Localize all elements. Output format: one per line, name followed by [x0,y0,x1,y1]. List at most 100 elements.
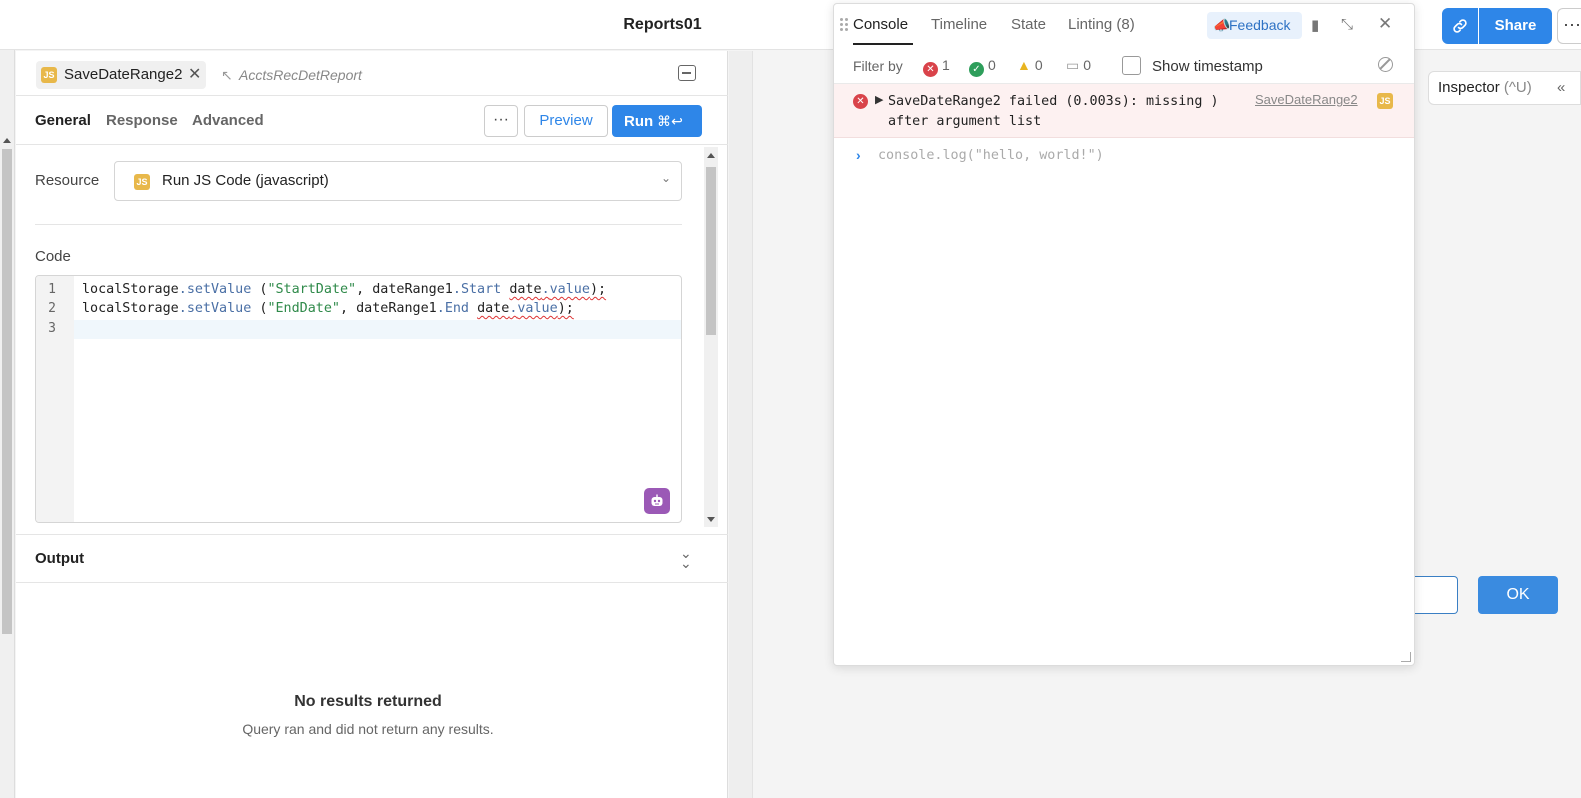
undock-icon[interactable]: ⤡ [1341,16,1353,33]
warning-icon: ▲ [1017,57,1031,73]
message-count: 0 [1083,57,1092,73]
output-header[interactable]: Output ⌄ ⌄ [16,534,728,583]
expand-triangle-icon[interactable]: ▶ [875,93,883,106]
preview-button[interactable]: Preview [524,105,608,137]
divider [35,224,682,225]
filter-messages[interactable]: ▭ 0 [1066,57,1091,74]
console-input[interactable]: console.log("hello, world!") [878,148,1104,163]
success-count: 0 [988,57,996,73]
code-token: setValue [186,301,252,316]
error-icon: ✕ [923,62,938,77]
warning-count: 0 [1034,57,1043,73]
code-token: localStorage [82,282,179,297]
copy-link-button[interactable] [1442,8,1478,44]
more-menu-button[interactable]: ··· [1557,8,1581,44]
tab-state[interactable]: State [1011,16,1046,33]
query-more-button[interactable]: ··· [484,105,518,137]
feedback-button[interactable]: 📣 Feedback [1207,12,1302,39]
code-token: End [444,301,469,316]
code-token: value [549,282,590,297]
drag-handle-icon[interactable] [840,18,848,32]
code-token: "StartDate" [267,282,357,297]
scroll-down-arrow-icon[interactable] [707,517,715,522]
code-token: ); [589,282,607,297]
linked-query-name: AcctsRecDetReport [239,67,362,83]
filter-label: Filter by [853,58,903,74]
megaphone-icon: 📣 [1213,17,1231,33]
run-label: Run [624,113,654,130]
close-icon[interactable]: ✕ [188,61,201,89]
minimize-panel-icon[interactable] [678,65,696,81]
line-number: 1 [48,282,56,297]
tab-general[interactable]: General [35,112,91,129]
code-token: . [436,301,445,316]
tab-response[interactable]: Response [106,112,178,129]
query-tab-name: SaveDateRange2 [64,66,183,83]
message-icon: ▭ [1066,57,1080,73]
ai-assist-button[interactable] [644,488,670,514]
chevron-down-icon: ⌄ [660,171,671,185]
scroll-thumb[interactable] [2,149,12,634]
share-button[interactable]: Share [1479,8,1552,44]
code-token: date [509,282,542,297]
inspector-toggle[interactable]: Inspector (^U) « [1428,71,1581,105]
tab-console[interactable]: Console [853,16,908,33]
scroll-up-arrow-icon[interactable] [3,138,11,143]
close-icon[interactable]: ✕ [1378,14,1392,34]
clear-console-icon[interactable] [1378,57,1393,72]
error-source-link[interactable]: SaveDateRange2 [1255,92,1358,107]
resize-handle-icon[interactable] [1401,652,1411,662]
empty-state-title: No results returned [294,693,442,710]
line-number-gutter: 1 2 3 [36,276,74,522]
left-scrollbar[interactable] [0,50,15,798]
docs-book-icon[interactable]: ▮ [1311,16,1319,34]
js-badge-icon: JS [41,67,57,83]
editor-scrollbar[interactable] [704,147,718,527]
tab-linting[interactable]: Linting (8) [1068,16,1135,33]
show-timestamp-checkbox[interactable] [1122,56,1141,75]
run-shortcut: ⌘↩ [657,113,683,129]
run-button[interactable]: Run ⌘↩ [612,105,702,137]
code-line-2[interactable]: localStorage.setValue ("EndDate", dateRa… [82,301,574,316]
code-token: . [541,282,550,297]
code-token: , dateRange1 [340,301,437,316]
double-chevron-left-icon[interactable]: « [1557,72,1565,104]
canvas-gutter [729,51,753,798]
error-count: 1 [942,57,950,73]
code-token: . [178,282,187,297]
filter-warnings[interactable]: ▲ 0 [1017,57,1043,73]
code-line-1[interactable]: localStorage.setValue ("StartDate", date… [82,282,606,297]
double-chevron-down-icon[interactable]: ⌄ ⌄ [680,546,692,570]
code-token: ( [251,282,268,297]
js-badge-icon: JS [134,174,150,190]
inspector-label: Inspector [1438,79,1500,96]
code-token: ( [251,301,268,316]
error-message: SaveDateRange2 failed (0.003s): missing … [888,94,1219,129]
code-token: value [517,301,558,316]
robot-icon [651,494,663,506]
hook-link-icon: ↖ [221,67,233,83]
scroll-up-arrow-icon[interactable] [707,153,715,158]
error-icon: ✕ [853,94,868,109]
line-number: 3 [48,321,56,336]
query-editor-panel: JS SaveDateRange2 ✕ ↖ AcctsRecDetReport … [16,51,728,798]
tab-timeline[interactable]: Timeline [931,16,987,33]
filter-errors[interactable]: ✕ 1 [923,57,950,77]
active-line-highlight [74,320,681,339]
console-filter-bar: Filter by ✕ 1 ✓ 0 ▲ 0 ▭ 0 Show timestamp [834,46,1414,84]
filter-success[interactable]: ✓ 0 [969,57,996,77]
code-token: ); [557,301,574,316]
linked-query-tab[interactable]: ↖ AcctsRecDetReport [221,61,362,89]
code-editor[interactable]: 1 2 3 localStorage.setValue ("StartDate"… [35,275,682,523]
console-error-entry[interactable]: ✕ ▶ SaveDateRange2 failed (0.003s): miss… [834,84,1414,138]
resource-select[interactable]: JS Run JS Code (javascript) ⌄ [114,161,682,201]
tab-advanced[interactable]: Advanced [192,112,264,129]
scroll-thumb[interactable] [706,167,716,335]
code-token: , dateRange1 [356,282,453,297]
show-timestamp-label: Show timestamp [1152,58,1263,75]
inspector-shortcut: (^U) [1503,79,1532,96]
query-tab-save-date-range2[interactable]: JS SaveDateRange2 ✕ [36,61,207,89]
code-token: . [452,282,461,297]
ok-button[interactable]: OK [1478,576,1558,614]
